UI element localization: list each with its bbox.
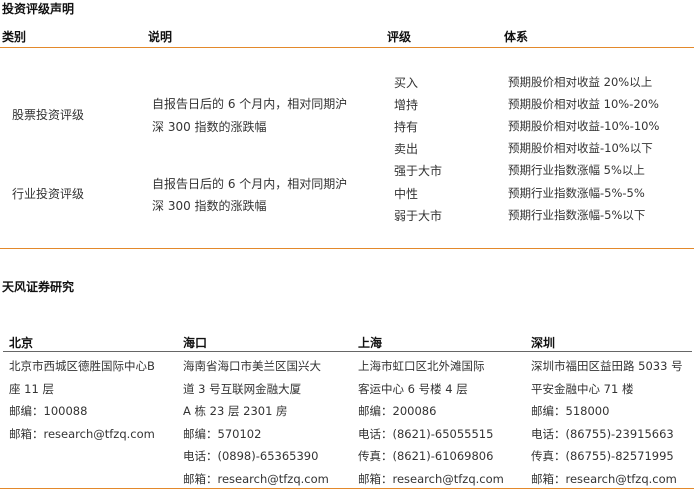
rating-system: 预期股价相对收益-10%-10% xyxy=(508,119,660,133)
rating-system: 预期行业指数涨幅-5%以下 xyxy=(508,208,646,222)
rating-system: 预期股价相对收益 10%-20% xyxy=(508,97,659,111)
rating-system: 预期股价相对收益-10%以下 xyxy=(508,141,653,155)
category-stock-desc-line1: 自报告日后的 6 个月内，相对同期沪 xyxy=(152,97,348,111)
office-line: 客运中心 6 号楼 4 层 xyxy=(358,381,468,396)
office-line: 邮箱：research@tfzq.com xyxy=(9,426,155,441)
header-category: 类别 xyxy=(2,30,27,44)
rating-bottom-rule xyxy=(0,248,694,249)
rating-system: 预期行业指数涨幅-5%-5% xyxy=(508,186,645,200)
category-stock-desc-line2: 深 300 指数的涨跌幅 xyxy=(152,120,267,134)
office-shanghai-details: 上海市虹口区北外滩国际 客运中心 6 号楼 4 层 邮编：200086 电话：(… xyxy=(358,355,523,491)
office-line: 传真：(86755)-82571995 xyxy=(531,449,674,464)
office-shanghai-city: 上海 xyxy=(358,336,383,350)
research-section-title: 天风证券研究 xyxy=(2,280,75,294)
office-line: 邮编：200086 xyxy=(358,404,437,419)
office-shenzhen-details: 深圳市福田区益田路 5033 号 平安金融中心 71 楼 邮编：518000 电… xyxy=(531,355,696,491)
rating-system: 预期股价相对收益 20%以上 xyxy=(508,75,653,89)
office-header-rule xyxy=(3,351,692,352)
office-line: 道 3 号互联网金融大厦 xyxy=(183,381,302,396)
office-line: 上海市虹口区北外滩国际 xyxy=(358,359,485,373)
header-system: 体系 xyxy=(504,30,529,44)
office-line: 传真：(8621)-61069806 xyxy=(358,449,494,464)
office-line: 北京市西城区德胜国际中心B xyxy=(9,359,155,373)
office-beijing-details: 北京市西城区德胜国际中心B 座 11 层 邮编：100088 邮箱：resear… xyxy=(9,355,174,445)
office-beijing-city: 北京 xyxy=(9,336,34,350)
category-stock-name: 股票投资评级 xyxy=(12,108,85,122)
category-industry-name: 行业投资评级 xyxy=(12,187,85,201)
office-line: 邮编：100088 xyxy=(9,404,88,419)
rating-system: 预期行业指数涨幅 5%以上 xyxy=(508,163,645,177)
category-industry-desc-line1: 自报告日后的 6 个月内，相对同期沪 xyxy=(152,177,348,191)
office-haikou-city: 海口 xyxy=(183,336,208,350)
rating-level: 弱于大市 xyxy=(394,209,443,223)
rating-level: 中性 xyxy=(394,187,419,201)
office-line: 邮编：518000 xyxy=(531,404,610,419)
office-line: 海南省海口市美兰区国兴大 xyxy=(183,359,321,373)
office-line: 座 11 层 xyxy=(9,381,54,396)
rating-level: 强于大市 xyxy=(394,164,443,178)
office-shenzhen-city: 深圳 xyxy=(531,336,556,350)
rating-level: 卖出 xyxy=(394,142,419,156)
rating-level: 持有 xyxy=(394,120,419,134)
office-line: 电话：(8621)-65055515 xyxy=(358,426,494,441)
header-description: 说明 xyxy=(148,30,173,44)
page-bottom-rule xyxy=(0,488,694,489)
rating-level: 买入 xyxy=(394,76,419,90)
header-rating: 评级 xyxy=(387,30,412,44)
office-line: 平安金融中心 71 楼 xyxy=(531,381,634,396)
office-line: 电话：(86755)-23915663 xyxy=(531,426,674,441)
rating-section-title: 投资评级声明 xyxy=(2,2,75,16)
office-line: A 栋 23 层 2301 房 xyxy=(183,404,288,419)
office-line: 电话：(0898)-65365390 xyxy=(183,449,319,464)
office-line: 深圳市福田区益田路 5033 号 xyxy=(531,359,683,373)
office-haikou-details: 海南省海口市美兰区国兴大 道 3 号互联网金融大厦 A 栋 23 层 2301 … xyxy=(183,355,348,491)
office-line: 邮编：570102 xyxy=(183,426,262,441)
header-rule xyxy=(0,47,694,48)
category-industry-desc-line2: 深 300 指数的涨跌幅 xyxy=(152,199,267,213)
rating-level: 增持 xyxy=(394,98,419,112)
